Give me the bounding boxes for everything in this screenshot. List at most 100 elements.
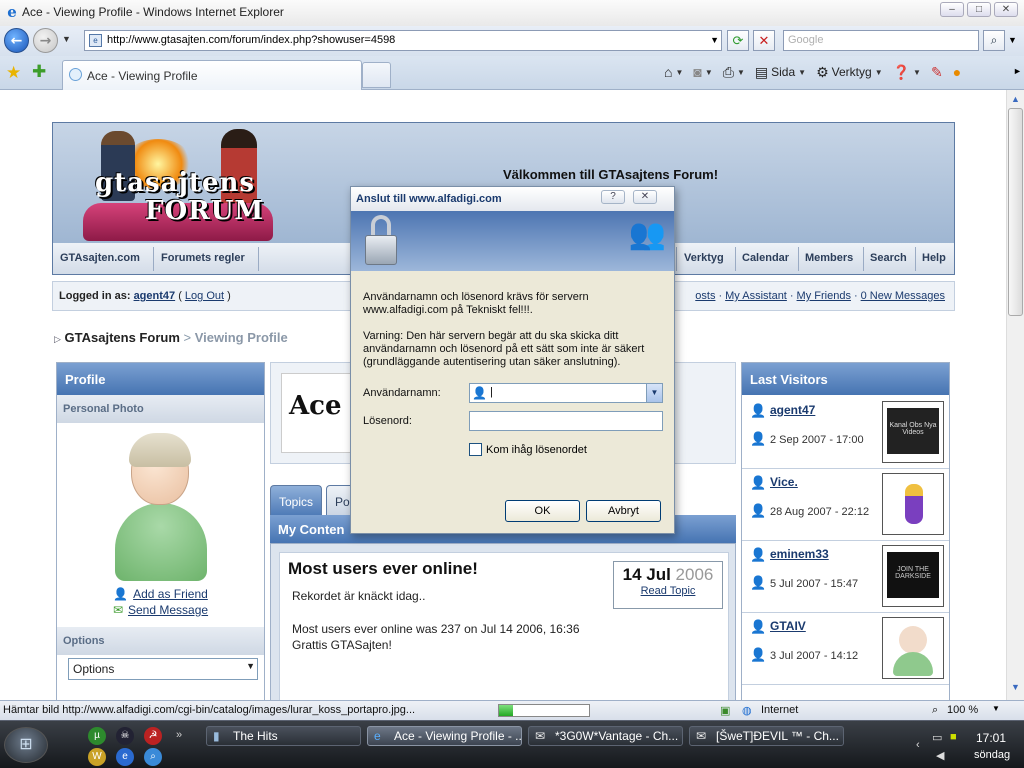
home-button[interactable]: ⌂ ▼ — [660, 62, 687, 82]
checkbox-box[interactable] — [469, 443, 482, 456]
soviet-app-icon[interactable]: ☭ — [144, 727, 162, 745]
security-zone[interactable]: Internet — [761, 704, 798, 716]
taskbar-button-chat-1[interactable]: ✉ *3G0W*Vantage - Ch... — [528, 726, 683, 746]
minimize-button[interactable]: – — [940, 2, 964, 17]
forum-logo[interactable]: gtasajtens FORUM — [61, 125, 291, 243]
network-icon[interactable]: ▭ — [932, 731, 942, 744]
nav-search[interactable]: Search — [870, 252, 907, 264]
visitor-avatar[interactable]: Kanal Obs Nya Videos — [882, 401, 944, 463]
search-input[interactable]: Google — [783, 30, 979, 51]
options-select[interactable]: Options ▼ — [68, 658, 258, 680]
new-tab-button[interactable] — [362, 62, 391, 88]
username-field[interactable]: 👤 | ▼ — [469, 383, 663, 403]
zoom-dropdown-icon[interactable]: ▼ — [992, 704, 1000, 713]
url-text[interactable]: http://www.gtasajten.com/forum/index.php… — [107, 34, 395, 46]
utorrent-icon[interactable]: µ — [88, 727, 106, 745]
send-message-link[interactable]: ✉ Send Message — [57, 603, 264, 617]
dialog-help-button[interactable]: ? — [601, 190, 625, 204]
zoom-level[interactable]: 100 % — [947, 704, 978, 716]
winamp-icon[interactable]: W — [88, 748, 106, 766]
stop-button[interactable]: ✕ — [753, 30, 775, 51]
maximize-button[interactable]: □ — [967, 2, 991, 17]
zoom-icon: ⌕ — [932, 704, 939, 716]
last-visitors-head: Last Visitors — [742, 363, 949, 395]
password-field[interactable] — [469, 411, 663, 431]
visitor-name-link[interactable]: agent47 — [770, 403, 815, 417]
nav-calendar[interactable]: Calendar — [742, 252, 789, 264]
visitor-name-link[interactable]: GTAIV — [770, 619, 806, 633]
recent-pages-dropdown[interactable]: ▼ — [62, 34, 71, 44]
logout-link[interactable]: Log Out — [185, 290, 224, 302]
research-button[interactable]: ✎ — [927, 62, 947, 82]
remember-password-checkbox[interactable]: Kom ihåg lösenordet — [469, 443, 587, 456]
address-dropdown-icon[interactable]: ▼ — [710, 35, 719, 45]
tray-expand-icon[interactable]: ‹ — [916, 739, 920, 751]
page-menu[interactable]: ▤ Sida ▼ — [751, 62, 810, 82]
visitor-name-link[interactable]: Vice. — [770, 475, 798, 489]
search-options-dropdown[interactable]: ▼ — [1008, 35, 1017, 45]
nav-gtasajten[interactable]: GTAsajten.com — [60, 252, 140, 264]
visitor-item: 👤 agent47 👤 2 Sep 2007 - 17:00 Kanal Obs… — [742, 397, 949, 469]
my-friends-link[interactable]: My Friends — [797, 290, 851, 302]
visitor-avatar[interactable]: JOIN THE DARKSIDE — [882, 545, 944, 607]
quicklaunch-more-icon[interactable]: » — [176, 729, 182, 741]
search-app-icon[interactable]: ⌕ — [144, 748, 162, 766]
scroll-thumb[interactable] — [1008, 108, 1023, 316]
nav-verktyg[interactable]: Verktyg — [684, 252, 724, 264]
scroll-up-icon[interactable]: ▲ — [1011, 94, 1020, 104]
last-visitors-panel: Last Visitors 👤 agent47 👤 2 Sep 2007 - 1… — [741, 362, 950, 700]
tray-app-icon[interactable]: ■ — [950, 731, 957, 743]
visitor-avatar[interactable] — [882, 617, 944, 679]
print-button[interactable]: ⎙ ▼ — [719, 62, 749, 82]
page-scrollbar[interactable]: ▲ ▼ — [1006, 90, 1024, 700]
posts-link[interactable]: osts — [695, 290, 715, 302]
search-icon[interactable]: ⌕ — [983, 30, 1005, 51]
nav-forumets-regler[interactable]: Forumets regler — [161, 252, 245, 264]
addon-button[interactable]: ● — [949, 62, 965, 82]
skull-app-icon[interactable]: ☠ — [116, 727, 134, 745]
taskbar-button-the-hits[interactable]: ▮ The Hits — [206, 726, 361, 746]
ok-button[interactable]: OK — [505, 500, 580, 522]
chevron-right-icon[interactable]: ► — [1013, 66, 1022, 76]
chevron-down-icon[interactable]: ▼ — [646, 384, 662, 402]
tools-menu[interactable]: ⚙ Verktyg ▼ — [812, 62, 887, 82]
my-assistant-link[interactable]: My Assistant — [725, 290, 787, 302]
ie-quicklaunch-icon[interactable]: e — [116, 748, 134, 766]
scroll-down-icon[interactable]: ▼ — [1011, 682, 1020, 692]
nav-help[interactable]: Help — [922, 252, 946, 264]
favorites-star-icon[interactable]: ★ — [6, 63, 21, 83]
address-bar[interactable]: e http://www.gtasajten.com/forum/index.p… — [84, 30, 722, 51]
help-button[interactable]: ❓ ▼ — [889, 62, 925, 82]
visitor-name-link[interactable]: eminem33 — [770, 547, 829, 561]
add-friend-link[interactable]: 👤 Add as Friend — [57, 587, 264, 601]
read-topic-link[interactable]: Read Topic — [614, 585, 722, 597]
addon-orange-icon: ● — [952, 64, 962, 80]
user-account-icon: 👤 — [472, 386, 487, 400]
cancel-button[interactable]: Avbryt — [586, 500, 661, 522]
refresh-button[interactable]: ⟳ — [727, 30, 749, 51]
visitor-avatar[interactable] — [882, 473, 944, 535]
close-window-button[interactable]: ✕ — [994, 2, 1018, 17]
forward-button[interactable]: → — [33, 28, 58, 53]
dialog-warning-text: Varning: Den här servern begär att du sk… — [363, 330, 645, 368]
status-bar: Hämtar bild http://www.alfadigi.com/cgi-… — [0, 700, 1024, 720]
tab-topics[interactable]: Topics — [270, 485, 322, 515]
speaker-icon[interactable]: ◀ — [936, 749, 944, 762]
back-button[interactable]: ← — [4, 28, 29, 53]
taskbar-button-chat-2[interactable]: ✉ [ŠweT]ÐEVIL ™ - Ch... — [689, 726, 844, 746]
new-messages-link[interactable]: 0 New Messages — [861, 290, 945, 302]
chat-window-icon: ✉ — [535, 729, 546, 743]
tab-ace-viewing-profile[interactable]: Ace - Viewing Profile — [62, 60, 362, 90]
help-icon: ❓ — [892, 64, 911, 80]
username-link[interactable]: agent47 — [134, 290, 176, 302]
start-button[interactable]: ⊞ — [4, 727, 48, 763]
dialog-close-button[interactable]: ✕ — [633, 190, 657, 204]
taskbar-button-ie[interactable]: e Ace - Viewing Profile - ... — [367, 726, 522, 746]
nav-members[interactable]: Members — [805, 252, 853, 264]
feeds-button[interactable]: ◙ ▼ — [689, 62, 716, 82]
add-favorite-icon[interactable]: ✚ — [32, 62, 46, 82]
clock[interactable]: 17:01 — [976, 731, 1006, 745]
popup-blocker-icon[interactable]: ▣ — [720, 704, 730, 717]
breadcrumb-root[interactable]: GTAsajtens Forum — [65, 330, 180, 345]
progress-bar — [498, 704, 590, 717]
